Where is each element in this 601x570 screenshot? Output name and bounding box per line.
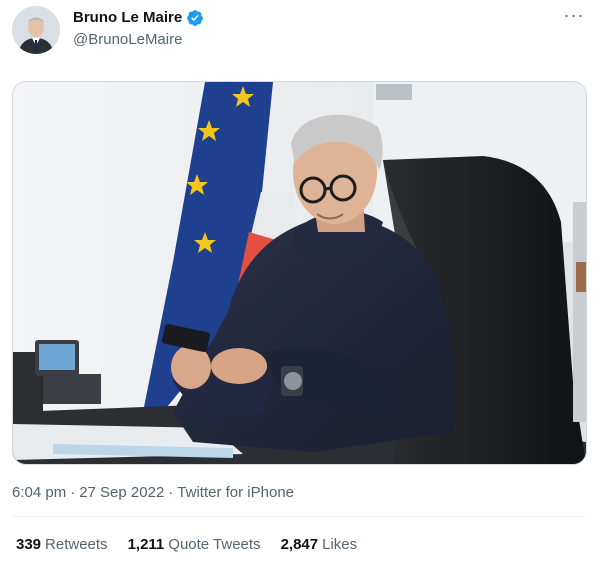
tweet-source[interactable]: Twitter for iPhone [177, 484, 294, 501]
likes-count: 2,847 [280, 536, 319, 553]
quotes-stat[interactable]: 1,211 Quote Tweets [128, 535, 261, 555]
profile-photo-icon [12, 6, 60, 54]
avatar[interactable] [12, 6, 60, 54]
likes-stat[interactable]: 2,847 Likes [281, 535, 358, 555]
tweet-stats: 339 Retweets 1,211 Quote Tweets 2,847 Likes [16, 535, 357, 555]
photo-image [13, 82, 586, 464]
tweet-date[interactable]: 27 Sep 2022 [79, 484, 164, 501]
tweet-time[interactable]: 6:04 pm [12, 484, 66, 501]
name-row: Bruno Le Maire [73, 8, 204, 28]
more-options-button[interactable]: ··· [562, 5, 586, 28]
retweets-stat[interactable]: 339 Retweets [16, 535, 108, 555]
tweet-meta: 6:04 pm · 27 Sep 2022 · Twitter for iPhone [12, 483, 294, 503]
verified-badge-icon [186, 9, 204, 27]
meta-separator: · [168, 484, 174, 501]
retweets-count: 339 [16, 536, 42, 553]
tweet-header: Bruno Le Maire @BrunoLeMaire ··· [12, 6, 592, 56]
author-handle[interactable]: @BrunoLeMaire [73, 30, 204, 50]
author-block: Bruno Le Maire @BrunoLeMaire [73, 8, 204, 50]
likes-label: Likes [322, 536, 358, 553]
tweet-photo[interactable] [12, 81, 587, 465]
divider [12, 516, 585, 517]
ellipsis-icon: ··· [563, 5, 585, 25]
retweets-label: Retweets [45, 536, 108, 553]
quotes-count: 1,211 [127, 536, 165, 553]
meta-separator: · [70, 484, 76, 501]
author-name[interactable]: Bruno Le Maire [73, 8, 182, 28]
quotes-label: Quote Tweets [168, 536, 261, 553]
